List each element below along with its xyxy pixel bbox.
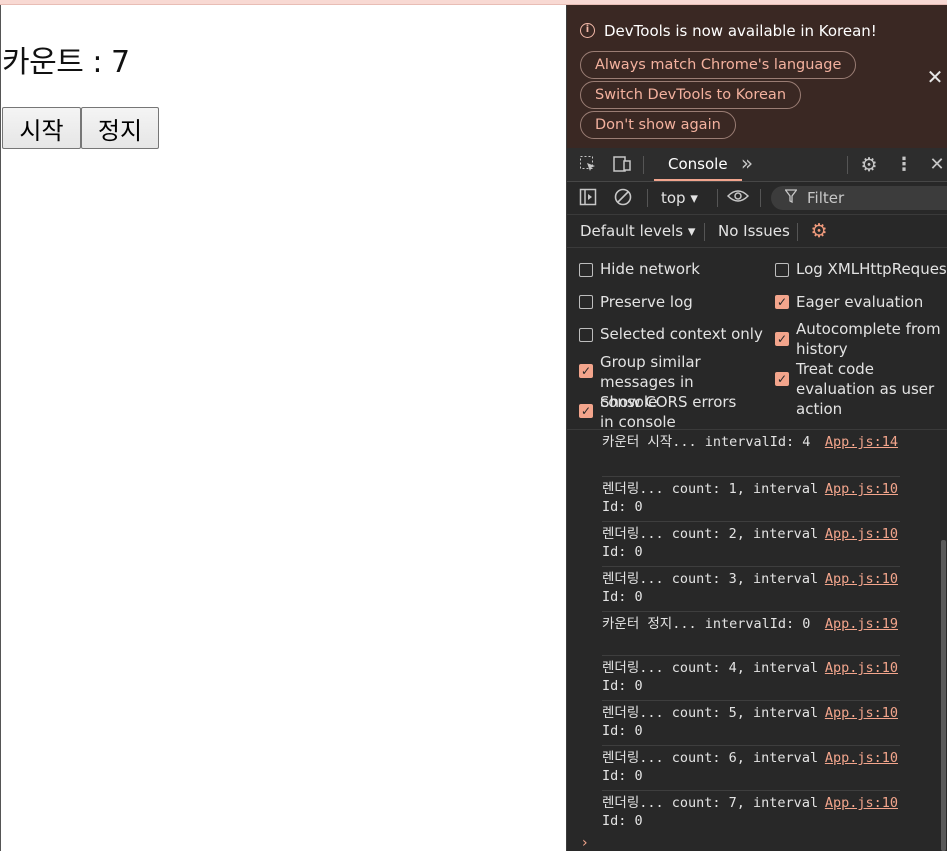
log-xhr-checkbox[interactable] [775,263,789,277]
preserve-log-label: Preserve log [600,293,693,311]
log-message: 카운터 시작... intervalId: 4 [602,434,811,450]
autocomplete-label: Autocomplete from history [796,320,941,358]
sidebar-toggle-icon[interactable] [578,188,598,208]
toolbar-divider [797,223,798,241]
log-source-link[interactable]: App.js:10 [825,525,898,543]
filter-input[interactable]: Filter [771,186,947,210]
group-similar-checkbox[interactable]: ✓ [579,364,593,378]
eye-icon[interactable] [726,188,750,208]
log-source-link[interactable]: App.js:19 [825,615,898,633]
selected-context-checkbox[interactable] [579,328,593,342]
log-levels-dropdown[interactable]: Default levels ▾ [580,222,695,240]
eager-eval-label: Eager evaluation [796,293,924,311]
log-message: 렌더링... count: 6, intervalId: 0 [602,750,819,784]
toolbar-divider [647,189,648,207]
console-settings-gear-icon[interactable]: ⚙ [809,221,829,241]
console-toolbar: top ▾ Filter [567,182,947,215]
filter-placeholder: Filter [807,189,845,207]
switch-to-korean-button[interactable]: Switch DevTools to Korean [580,81,802,109]
issues-counter[interactable]: No Issues [718,222,790,240]
stop-button[interactable]: 정지 [81,107,159,149]
language-notice: i DevTools is now available in Korean! A… [567,5,947,148]
log-entry: 카운터 정지... intervalId: 0 App.js:19 [602,612,900,656]
log-entry: 렌더링... count: 3, intervalId: 0 App.js:10 [602,567,900,612]
info-icon: i [580,23,595,38]
log-message: 카운터 정지... intervalId: 0 [602,616,811,632]
count-display: 카운트 : 7 [2,45,130,80]
close-icon[interactable]: ✕ [925,65,945,89]
devtools-tabbar: Console » ⚙ ⋮ ✕ [567,148,947,182]
more-options-icon[interactable]: ⋮ [894,155,914,175]
log-message: 렌더링... count: 5, intervalId: 0 [602,705,819,739]
dont-show-again-button[interactable]: Don't show again [580,111,736,139]
context-selector[interactable]: top ▾ [661,189,698,207]
clear-console-icon[interactable] [613,188,633,208]
toolbar-divider [643,156,644,174]
log-message: 렌더링... count: 2, intervalId: 0 [602,526,819,560]
log-entry: 렌더링... count: 5, intervalId: 0 App.js:10 [602,701,900,746]
log-entry: 렌더링... count: 4, intervalId: 0 App.js:10 [602,656,900,701]
tab-console[interactable]: Console [654,148,742,181]
toolbar-divider [704,223,705,241]
filter-icon [784,189,798,207]
log-source-link[interactable]: App.js:10 [825,794,898,812]
log-xhr-label: Log XMLHttpRequests [796,260,947,278]
hide-network-checkbox[interactable] [579,263,593,277]
log-message: 렌더링... count: 3, intervalId: 0 [602,571,819,605]
eager-eval-checkbox[interactable]: ✓ [775,295,789,309]
log-entry: 렌더링... count: 7, intervalId: 0 App.js:10 [602,791,900,836]
inspect-element-icon[interactable] [578,155,598,175]
console-settings: Hide network Preserve log Selected conte… [567,248,947,431]
log-source-link[interactable]: App.js:10 [825,480,898,498]
start-button[interactable]: 시작 [2,107,81,149]
more-tabs-icon[interactable]: » [737,153,757,173]
hide-network-label: Hide network [600,260,700,278]
console-log-area: 카운터 시작... intervalId: 4 App.js:14 렌더링...… [567,430,947,851]
settings-gear-icon[interactable]: ⚙ [859,155,879,175]
log-message: 렌더링... count: 7, intervalId: 0 [602,795,819,829]
log-entry: 카운터 시작... intervalId: 4 App.js:14 [602,430,900,477]
show-cors-label: Show CORS errors in console [600,393,737,431]
show-cors-checkbox[interactable]: ✓ [579,404,593,418]
preserve-log-checkbox[interactable] [579,295,593,309]
always-match-language-button[interactable]: Always match Chrome's language [580,51,857,79]
log-source-link[interactable]: App.js:14 [825,433,898,451]
device-toolbar-icon[interactable] [612,155,632,175]
selected-context-label: Selected context only [600,325,763,343]
devtools-panel: i DevTools is now available in Korean! A… [566,5,947,851]
notice-message: DevTools is now available in Korean! [604,22,877,40]
log-source-link[interactable]: App.js:10 [825,659,898,677]
autocomplete-checkbox[interactable]: ✓ [775,332,789,346]
log-message: 렌더링... count: 1, intervalId: 0 [602,481,819,515]
toolbar-divider [717,189,718,207]
app-page: 카운트 : 7 시작 정지 [0,5,567,851]
scrollbar-thumb[interactable] [941,540,946,851]
scrollbar[interactable] [940,430,947,851]
toolbar-divider [847,156,848,174]
close-devtools-icon[interactable]: ✕ [927,155,947,175]
log-entry: 렌더링... count: 6, intervalId: 0 App.js:10 [602,746,900,791]
log-source-link[interactable]: App.js:10 [825,570,898,588]
console-levelbar: Default levels ▾ No Issues ⚙ [567,215,947,248]
treat-code-checkbox[interactable]: ✓ [775,372,789,386]
log-source-link[interactable]: App.js:10 [825,704,898,722]
toolbar-divider [760,189,761,207]
log-entry: 렌더링... count: 2, intervalId: 0 App.js:10 [602,522,900,567]
treat-code-label: Treat code evaluation as user action [796,360,935,418]
log-source-link[interactable]: App.js:10 [825,749,898,767]
log-entry: 렌더링... count: 1, intervalId: 0 App.js:10 [602,477,900,522]
console-prompt[interactable]: › [582,835,588,851]
log-message: 렌더링... count: 4, intervalId: 0 [602,660,819,694]
